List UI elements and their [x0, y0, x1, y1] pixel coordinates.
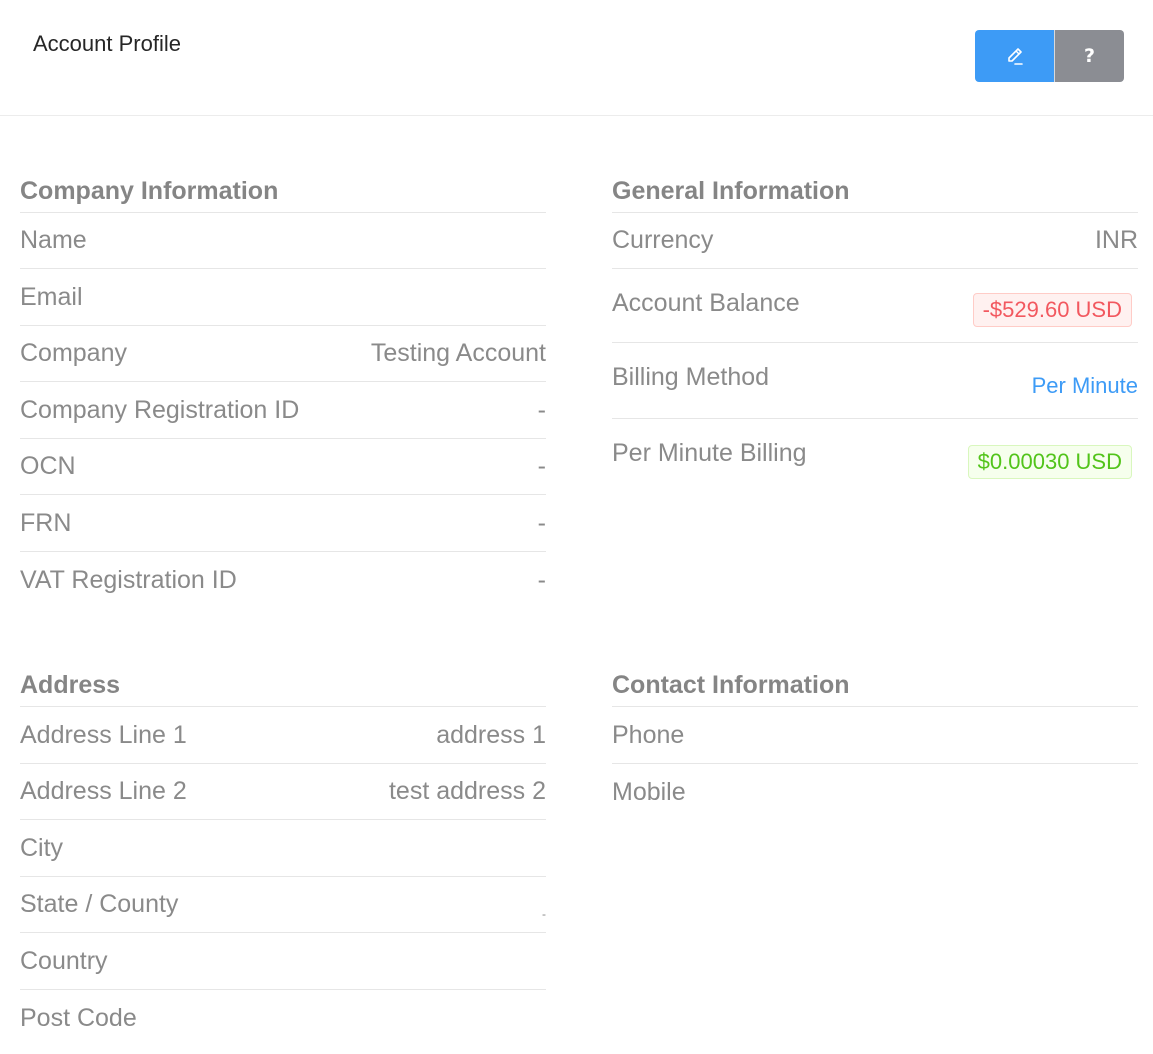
address-row-line1: Address Line 1 address 1 — [20, 707, 546, 764]
row-label: Per Minute Billing — [612, 439, 807, 467]
general-row-currency: Currency INR — [612, 213, 1138, 269]
general-row-balance: Account Balance -$529.60 USD — [612, 269, 1138, 343]
balance-badge: -$529.60 USD — [972, 293, 1132, 327]
row-value: - — [537, 452, 546, 480]
address-section-title: Address — [20, 663, 546, 707]
general-information-section: General Information Currency INR Account… — [612, 0, 1138, 491]
company-row-name: Name — [20, 213, 546, 269]
row-label: Phone — [612, 720, 685, 749]
currency-value: INR — [1094, 226, 1138, 254]
row-value: test address 2 — [388, 777, 546, 805]
general-section-title: General Information — [612, 169, 1138, 213]
address-row-post-code: Post Code — [20, 990, 546, 1046]
row-label: Company — [20, 339, 127, 367]
row-value: address 1 — [436, 720, 546, 749]
company-row-email: Email — [20, 269, 546, 326]
address-row-line2: Address Line 2 test address 2 — [20, 764, 546, 820]
billing-method-link[interactable]: Per Minute — [1032, 373, 1138, 399]
contact-information-section: Contact Information Phone Mobile — [612, 494, 1138, 820]
contact-row-mobile: Mobile — [612, 764, 1138, 820]
address-section: Address Address Line 1 address 1 Address… — [20, 494, 546, 1046]
address-row-country: Country — [20, 933, 546, 990]
row-label: City — [20, 833, 64, 862]
row-label: Address Line 2 — [20, 777, 187, 805]
company-row-company: Company Testing Account — [20, 326, 546, 382]
general-row-per-minute-billing: Per Minute Billing $0.00030 USD — [612, 419, 1138, 491]
row-label: Mobile — [612, 777, 686, 806]
row-value: Testing Account — [370, 339, 546, 367]
row-label: Billing Method — [612, 363, 770, 391]
row-label: OCN — [20, 452, 76, 480]
contact-row-phone: Phone — [612, 707, 1138, 764]
row-value: - — [537, 395, 546, 424]
address-row-state: State / County - — [20, 877, 546, 933]
row-label: Address Line 1 — [20, 720, 187, 749]
row-value: - — [542, 906, 546, 921]
row-label: Post Code — [20, 1003, 137, 1032]
company-row-registration-id: Company Registration ID - — [20, 382, 546, 439]
per-minute-badge: $0.00030 USD — [967, 445, 1132, 479]
contact-section-title: Contact Information — [612, 663, 1138, 707]
row-label: Company Registration ID — [20, 395, 300, 424]
row-label: Currency — [612, 226, 714, 254]
row-label: Account Balance — [612, 289, 800, 317]
address-row-city: City — [20, 820, 546, 877]
row-label: Country — [20, 946, 108, 975]
company-row-ocn: OCN - — [20, 439, 546, 495]
row-label: State / County — [20, 890, 179, 918]
row-label: Name — [20, 226, 87, 254]
company-section-title: Company Information — [20, 169, 546, 213]
general-row-billing-method: Billing Method Per Minute — [612, 343, 1138, 419]
row-label: Email — [20, 282, 83, 311]
